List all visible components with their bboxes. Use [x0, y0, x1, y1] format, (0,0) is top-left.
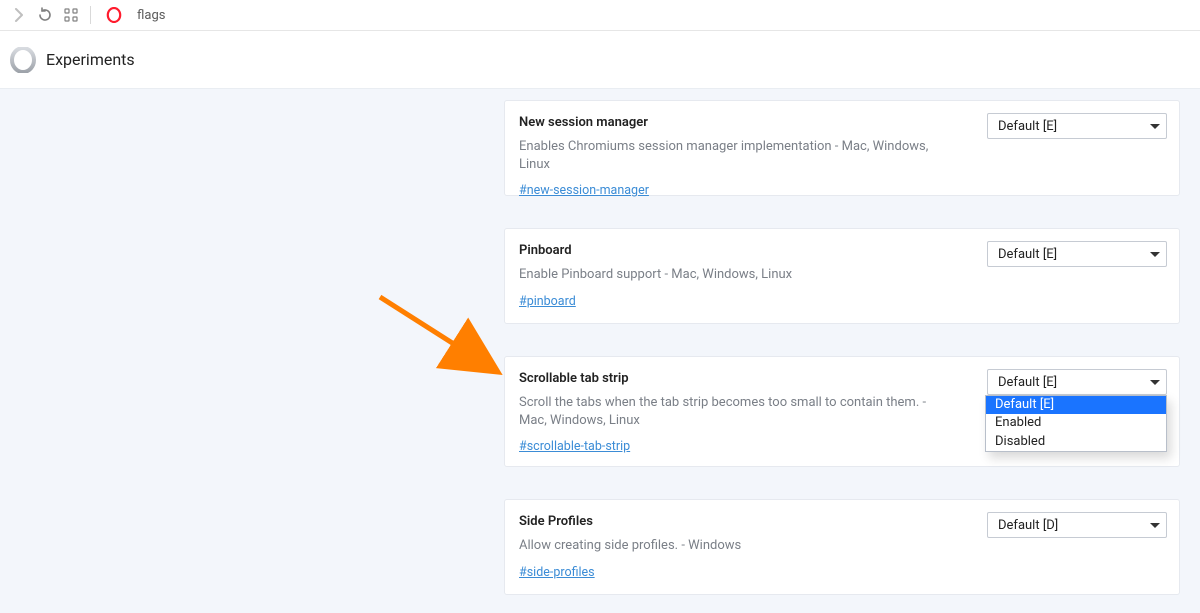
opera-logo-icon [10, 47, 36, 73]
state-select-menu: Default [E] Enabled Disabled [985, 395, 1167, 452]
flag-link[interactable]: #pinboard [519, 294, 576, 309]
chevron-right-icon [14, 8, 24, 22]
flag-description: Allow creating side profiles. ‑ Windows [519, 537, 929, 555]
forward-button[interactable] [6, 2, 32, 28]
state-select-value: Default [D] [998, 518, 1150, 533]
flag-link[interactable]: #scrollable-tab-strip [519, 439, 630, 454]
annotation-arrow-icon [370, 289, 510, 389]
address-text[interactable]: flags [137, 8, 165, 23]
experiments-header: Experiments [0, 31, 1200, 89]
chevron-down-icon [1150, 523, 1160, 528]
state-select-value: Default [E] [998, 375, 1150, 390]
state-select[interactable]: Default [D] [987, 512, 1167, 538]
page-title: Experiments [46, 50, 135, 69]
state-select[interactable]: Default [E] [987, 113, 1167, 139]
state-option-enabled[interactable]: Enabled [986, 414, 1166, 432]
flag-description: Enable Pinboard support ‑ Mac, Windows, … [519, 266, 929, 284]
state-option-default[interactable]: Default [E] [986, 396, 1166, 414]
tiles-icon [64, 8, 78, 22]
speed-dial-button[interactable] [58, 2, 84, 28]
state-select[interactable]: Default [E] [987, 241, 1167, 267]
flag-link[interactable]: #side-profiles [519, 565, 595, 580]
flags-page: New session manager Enables Chromiums se… [0, 89, 1200, 613]
flag-description: Scroll the tabs when the tab strip becom… [519, 394, 929, 429]
flag-card-new-session-manager: New session manager Enables Chromiums se… [504, 100, 1180, 196]
state-select[interactable]: Default [E] [987, 369, 1167, 395]
chevron-down-icon [1150, 380, 1160, 385]
chevron-down-icon [1150, 252, 1160, 257]
state-select-value: Default [E] [998, 247, 1150, 262]
flag-card-side-profiles: Side Profiles Allow creating side profil… [504, 499, 1180, 595]
opera-icon [101, 2, 127, 28]
state-select-value: Default [E] [998, 119, 1150, 134]
state-option-disabled[interactable]: Disabled [986, 433, 1166, 451]
browser-toolbar: flags [0, 0, 1200, 31]
reload-icon [37, 7, 53, 23]
flag-card-scrollable-tab-strip: Scrollable tab strip Scroll the tabs whe… [504, 356, 1180, 467]
flag-description: Enables Chromiums session manager implem… [519, 138, 929, 173]
toolbar-divider [90, 6, 91, 24]
reload-button[interactable] [32, 2, 58, 28]
chevron-down-icon [1150, 124, 1160, 129]
flag-link[interactable]: #new-session-manager [519, 183, 649, 198]
flag-card-pinboard: Pinboard Enable Pinboard support ‑ Mac, … [504, 228, 1180, 324]
